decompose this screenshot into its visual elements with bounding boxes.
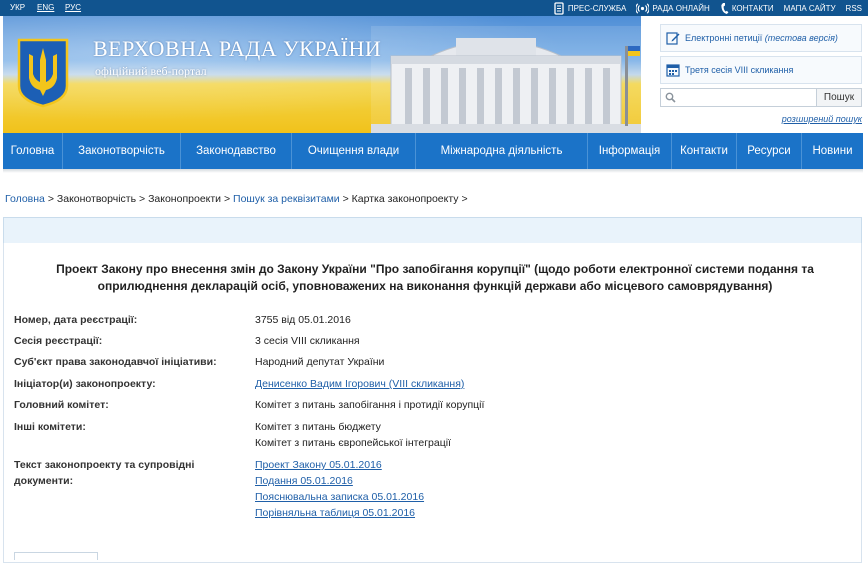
breadcrumb-lawmaking: Законотворчість [56, 193, 137, 205]
breadcrumb-separator: > [461, 193, 468, 205]
nav-item-resources[interactable]: Ресурси [737, 133, 802, 169]
field-value: 3 сесія VIII скликання [255, 335, 360, 347]
sitemap-link[interactable]: МАПА САЙТУ [784, 4, 836, 13]
field-value: Комітет з питань запобігання і протидії … [255, 399, 485, 411]
field-label: Номер, дата реєстрації: [14, 314, 138, 326]
search-input[interactable] [660, 88, 817, 107]
nav-item-lawmaking[interactable]: Законотворчість [63, 133, 181, 169]
breadcrumb-separator: > [139, 193, 146, 205]
nav-item-home[interactable]: Головна [3, 133, 63, 169]
field-label: Суб'єкт права законодавчої ініціативи: [14, 356, 217, 368]
edit-icon [666, 32, 680, 45]
third-session-link[interactable]: Третя сесія VIII скликання [660, 56, 862, 84]
press-service-label: ПРЕС-СЛУЖБА [567, 3, 627, 13]
initiator-link[interactable]: Денисенко Вадим Ігорович (VIII скликання… [255, 376, 845, 392]
site-title[interactable]: ВЕРХОВНА РАДА УКРАЇНИ [93, 36, 381, 62]
bottom-tab[interactable] [14, 552, 98, 560]
lang-ukr-link[interactable]: УКР [10, 3, 25, 12]
calendar-icon [666, 64, 680, 77]
nav-item-international[interactable]: Міжнародна діяльність [416, 133, 588, 169]
document-link-submission[interactable]: Подання 05.01.2016 [255, 473, 845, 489]
document-icon [554, 1, 564, 15]
breadcrumb-separator: > [223, 193, 231, 205]
e-petitions-note: (тестова версія) [764, 33, 838, 43]
breadcrumb-separator: > [342, 193, 349, 205]
document-link-comparison-table[interactable]: Порівняльна таблиця 05.01.2016 [255, 505, 845, 521]
field-value: 3755 від 05.01.2016 [255, 314, 351, 326]
rada-online-link[interactable]: РАДА ОНЛАЙН [636, 2, 710, 15]
bill-title: Проект Закону про внесення змін до Закон… [56, 262, 814, 293]
site-subtitle: офіційний веб-портал [95, 64, 207, 78]
field-label: Інші комітети: [14, 421, 86, 433]
phone-icon [721, 2, 729, 14]
field-value: Комітет з питань європейської інтеграції [255, 437, 451, 449]
field-value: Народний депутат України [255, 356, 385, 368]
nav-item-contacts[interactable]: Контакти [672, 133, 737, 169]
breadcrumb: Головна > Законотворчість > Законопроект… [5, 193, 468, 205]
contacts-link[interactable]: КОНТАКТИ [720, 2, 774, 15]
field-label: Головний комітет: [14, 399, 109, 411]
press-service-link[interactable]: ПРЕС-СЛУЖБА [553, 1, 627, 15]
search-button[interactable]: Пошук [817, 88, 862, 107]
third-session-label: Третя сесія VIII скликання [685, 65, 794, 75]
breadcrumb-separator: > [47, 193, 54, 205]
document-link-bill-text[interactable]: Проект Закону 05.01.2016 [255, 457, 845, 473]
breadcrumb-home-link[interactable]: Головна [5, 193, 45, 205]
bill-card: Проект Закону про внесення змін до Закон… [3, 243, 862, 563]
breadcrumb-search-link[interactable]: Пошук за реквізитами [233, 193, 340, 205]
search-icon [665, 92, 676, 103]
nav-item-news[interactable]: Новини [802, 133, 863, 169]
broadcast-icon [636, 2, 650, 14]
breadcrumb-card: Картка законопроекту [351, 193, 459, 205]
top-bar: УКР ENG РУС ПРЕС-СЛУЖБА РАДА ОНЛАЙН КОНТ… [0, 0, 868, 16]
field-label: Текст законопроекту та супровідні докуме… [14, 459, 195, 487]
coat-of-arms-icon[interactable] [17, 38, 69, 108]
nav-shadow [3, 169, 863, 173]
advanced-search-link[interactable]: розширений пошук [782, 114, 862, 124]
site-header: ВЕРХОВНА РАДА УКРАЇНИ офіційний веб-порт… [0, 16, 868, 133]
lang-eng-link[interactable]: ENG [37, 3, 54, 12]
search-form: Пошук [660, 88, 862, 107]
contacts-label: КОНТАКТИ [731, 3, 774, 13]
e-petitions-link[interactable]: Електронні петиції (тестова версія) [660, 24, 862, 52]
nav-item-information[interactable]: Інформація [588, 133, 672, 169]
breadcrumb-bills: Законопроекти [148, 193, 222, 205]
parliament-building-image [371, 26, 641, 133]
nav-item-lustration[interactable]: Очищення влади [292, 133, 416, 169]
field-label: Ініціатор(и) законопроекту: [14, 378, 156, 390]
lang-rus-link[interactable]: РУС [65, 3, 81, 12]
field-value: Комітет з питань бюджету [255, 421, 381, 433]
e-petitions-label: Електронні петиції [685, 33, 763, 43]
card-header-panel [3, 217, 862, 244]
rss-link[interactable]: RSS [846, 4, 862, 13]
nav-item-legislation[interactable]: Законодавство [181, 133, 292, 169]
rada-online-label: РАДА ОНЛАЙН [652, 3, 710, 13]
header-right-column: Електронні петиції (тестова версія) Трет… [655, 16, 868, 133]
document-link-explanatory-note[interactable]: Пояснювальна записка 05.01.2016 [255, 489, 845, 505]
header-banner: ВЕРХОВНА РАДА УКРАЇНИ офіційний веб-порт… [3, 16, 641, 133]
main-nav: Головна Законотворчість Законодавство Оч… [3, 133, 863, 169]
field-label: Сесія реєстрації: [14, 335, 103, 347]
